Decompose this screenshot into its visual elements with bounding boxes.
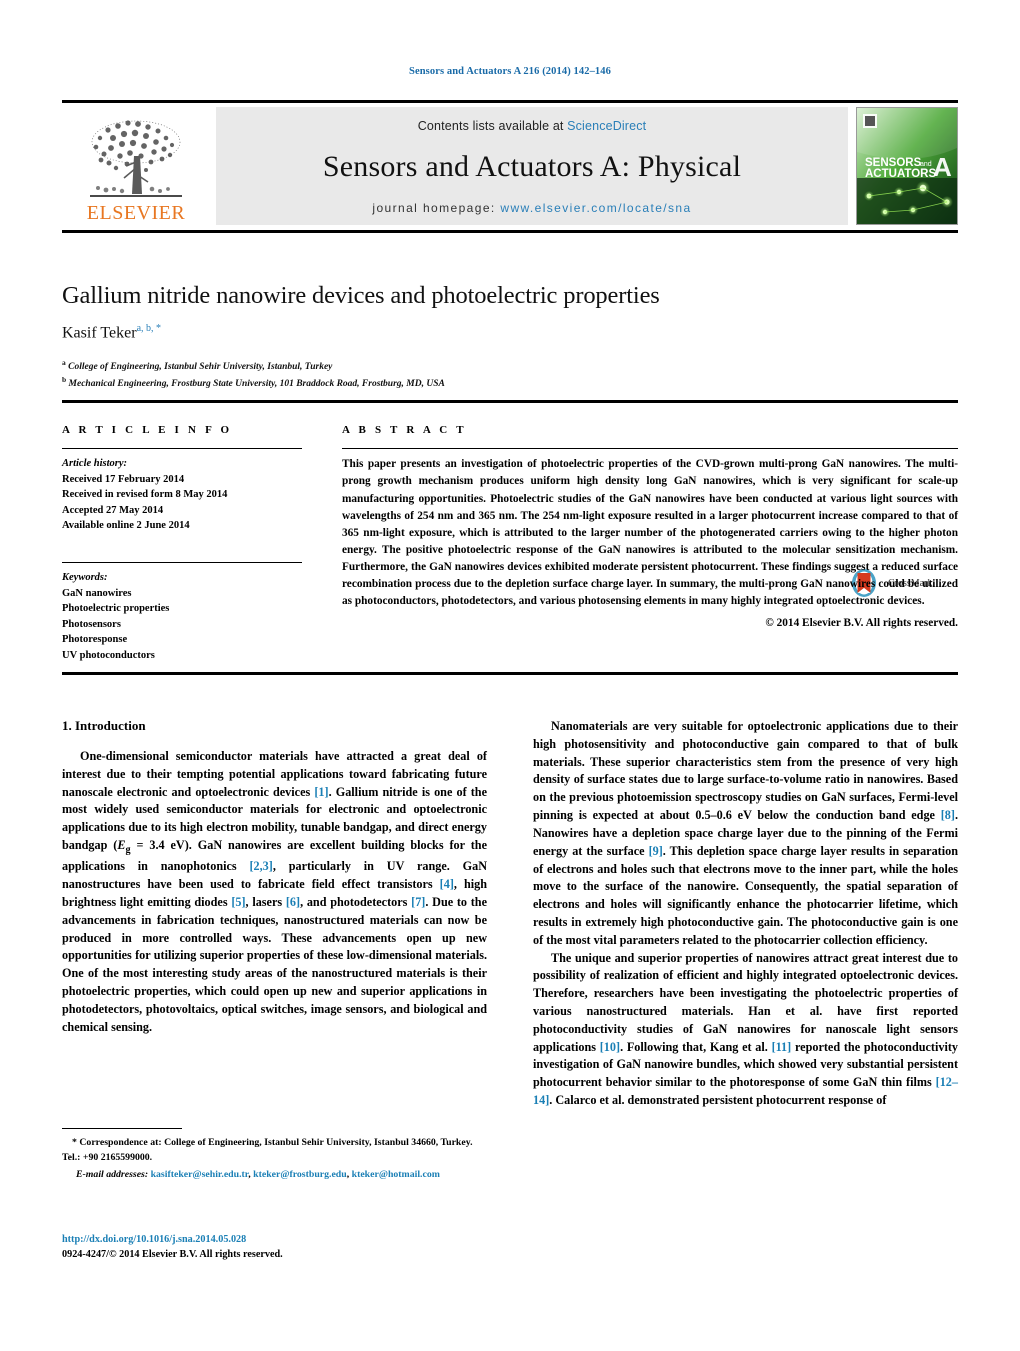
citation-ref[interactable]: [7] <box>411 895 425 909</box>
paragraph-intro-1: One-dimensional semiconductor materials … <box>62 748 487 1036</box>
journal-homepage-line: journal homepage: www.elsevier.com/locat… <box>372 201 691 215</box>
abstract-heading: A B S T R A C T <box>342 424 467 436</box>
elsevier-wordmark: ELSEVIER <box>86 201 186 224</box>
author-line: Kasif Tekera, b, * <box>62 323 958 342</box>
sciencedirect-link[interactable]: ScienceDirect <box>567 119 646 133</box>
text-run: The unique and superior properties of na… <box>533 950 958 1054</box>
article-history-group: Article history: Received 17 February 20… <box>62 456 302 534</box>
citation-ref[interactable]: [6] <box>286 895 300 909</box>
keyword-item: Photosensors <box>62 618 121 630</box>
citation-ref[interactable]: [8] <box>941 808 955 822</box>
citation-ref[interactable]: [9] <box>649 844 663 858</box>
citation-ref[interactable]: [5] <box>231 895 245 909</box>
history-item: Received 17 February 2014 <box>62 473 185 485</box>
text-run: . This depletion space charge layer resu… <box>533 843 958 947</box>
running-head: Sensors and Actuators A 216 (2014) 142–1… <box>409 66 611 77</box>
email-link-2[interactable]: kteker@frostburg.edu <box>253 1169 347 1180</box>
affiliation-b: b Mechanical Engineering, Frostburg Stat… <box>62 374 958 392</box>
body-column-left: 1. Introduction One-dimensional semicond… <box>62 718 487 1110</box>
abstract-column: A B S T R A C T This paper presents an i… <box>342 424 958 663</box>
text-run: , lasers <box>245 894 286 909</box>
body-columns: 1. Introduction One-dimensional semicond… <box>62 718 958 1110</box>
article-info-heading: A R T I C L E I N F O <box>62 424 233 436</box>
journal-title: Sensors and Actuators A: Physical <box>322 150 742 183</box>
correspondence-text: Correspondence at: College of Engineerin… <box>62 1137 473 1163</box>
citation-ref[interactable]: [2,3] <box>249 859 272 873</box>
elsevier-tree-icon <box>90 119 182 197</box>
body-column-right: Nanomaterials are very suitable for opto… <box>533 718 958 1110</box>
abstract-rule <box>342 448 958 450</box>
contents-prefix: Contents lists available at <box>417 118 568 133</box>
text-run: , and photodetectors <box>300 894 412 909</box>
equation-variable: E <box>117 838 126 853</box>
affiliation-b-marker: b <box>62 375 67 385</box>
cover-letter-a: A <box>933 152 952 182</box>
keywords-group: Keywords: GaN nanowires Photoelectric pr… <box>62 570 302 663</box>
email-label: E-mail addresses: <box>76 1168 149 1180</box>
masthead-top-rule <box>62 100 958 103</box>
keywords-rule <box>62 561 302 564</box>
homepage-prefix: journal homepage: <box>372 200 501 215</box>
history-item: Received in revised form 8 May 2014 <box>62 489 228 501</box>
citation-ref[interactable]: [10] <box>600 1040 620 1054</box>
masthead-bottom-rule <box>62 229 958 233</box>
column-gap <box>302 424 342 663</box>
body-column-gap <box>487 718 533 1110</box>
text-run: . Calarco et al. demonstrated persistent… <box>549 1093 887 1108</box>
article-info-column: A R T I C L E I N F O Article history: R… <box>62 424 302 663</box>
email-link-1[interactable]: kasifteker@sehir.edu.tr <box>151 1169 249 1180</box>
elsevier-logo: ELSEVIER <box>62 107 210 225</box>
affiliation-a: a College of Engineering, Istanbul Sehir… <box>62 357 958 375</box>
contents-available-line: Contents lists available at ScienceDirec… <box>418 119 646 133</box>
page-title: Gallium nitride nanowire devices and pho… <box>62 282 660 309</box>
masthead-center-panel: Contents lists available at ScienceDirec… <box>216 106 848 225</box>
affiliation-list: a College of Engineering, Istanbul Sehir… <box>62 357 958 393</box>
journal-masthead: ELSEVIER Contents lists available at Sci… <box>62 100 958 233</box>
keyword-item: GaN nanowires <box>62 587 132 599</box>
citation-ref[interactable]: [4] <box>440 877 454 891</box>
issn-copyright-line: 0924-4247/© 2014 Elsevier B.V. All right… <box>62 1249 283 1261</box>
affiliation-a-text: College of Engineering, Istanbul Sehir U… <box>68 361 333 372</box>
article-history-label: Article history: <box>62 458 128 470</box>
keyword-item: Photoelectric properties <box>62 603 170 615</box>
info-section-top-rule <box>62 400 958 403</box>
footnote-rule <box>62 1128 182 1130</box>
journal-cover-thumbnail: SENSORS and ACTUATORS A <box>856 106 958 225</box>
text-run: Nanomaterials are very suitable for opto… <box>533 719 958 823</box>
email-footnote: E-mail addresses: kasifteker@sehir.edu.t… <box>76 1168 440 1180</box>
author-name: Kasif Teker <box>62 324 137 342</box>
cover-actuators-text: ACTUATORS <box>865 168 936 180</box>
abstract-text: This paper presents an investigation of … <box>342 458 958 608</box>
paragraph-intro-3: The unique and superior properties of na… <box>533 950 958 1110</box>
author-affiliation-markers[interactable]: a, b, * <box>137 323 161 334</box>
keywords-label: Keywords: <box>62 572 108 584</box>
correspondence-footnote: * Correspondence at: College of Engineer… <box>62 1136 487 1165</box>
info-abstract-row: A R T I C L E I N F O Article history: R… <box>62 424 958 663</box>
text-run: . Due to the advancements in fabrication… <box>62 894 487 1034</box>
journal-cover-art: SENSORS and ACTUATORS A <box>857 107 957 224</box>
history-item: Available online 2 June 2014 <box>62 520 190 532</box>
footnote-area: * Correspondence at: College of Engineer… <box>62 1128 487 1182</box>
keyword-item: Photoresponse <box>62 634 128 646</box>
history-item: Accepted 27 May 2014 <box>62 504 164 516</box>
affiliation-a-marker: a <box>62 357 66 367</box>
abstract-copyright: © 2014 Elsevier B.V. All rights reserved… <box>765 616 958 629</box>
text-run: . Following that, Kang et al. <box>620 1039 772 1054</box>
article-info-rule <box>62 448 302 450</box>
doi-block: http://dx.doi.org/10.1016/j.sna.2014.05.… <box>62 1232 487 1262</box>
paragraph-intro-2: Nanomaterials are very suitable for opto… <box>533 718 958 950</box>
doi-link[interactable]: http://dx.doi.org/10.1016/j.sna.2014.05.… <box>62 1232 487 1247</box>
paper-page: Sensors and Actuators A 216 (2014) 142–1… <box>0 0 1020 1351</box>
keyword-item: UV photoconductors <box>62 649 155 661</box>
cover-and-text: and <box>920 161 932 168</box>
abstract-bottom-rule <box>62 672 958 675</box>
citation-ref[interactable]: [11] <box>772 1040 792 1054</box>
title-block: Gallium nitride nanowire devices and pho… <box>62 282 958 597</box>
journal-homepage-link[interactable]: www.elsevier.com/locate/sna <box>500 201 691 215</box>
section-heading-introduction: 1. Introduction <box>62 718 146 733</box>
citation-ref[interactable]: [1] <box>314 785 328 799</box>
email-link-3[interactable]: kteker@hotmail.com <box>352 1169 440 1180</box>
affiliation-b-text: Mechanical Engineering, Frostburg State … <box>68 379 445 390</box>
